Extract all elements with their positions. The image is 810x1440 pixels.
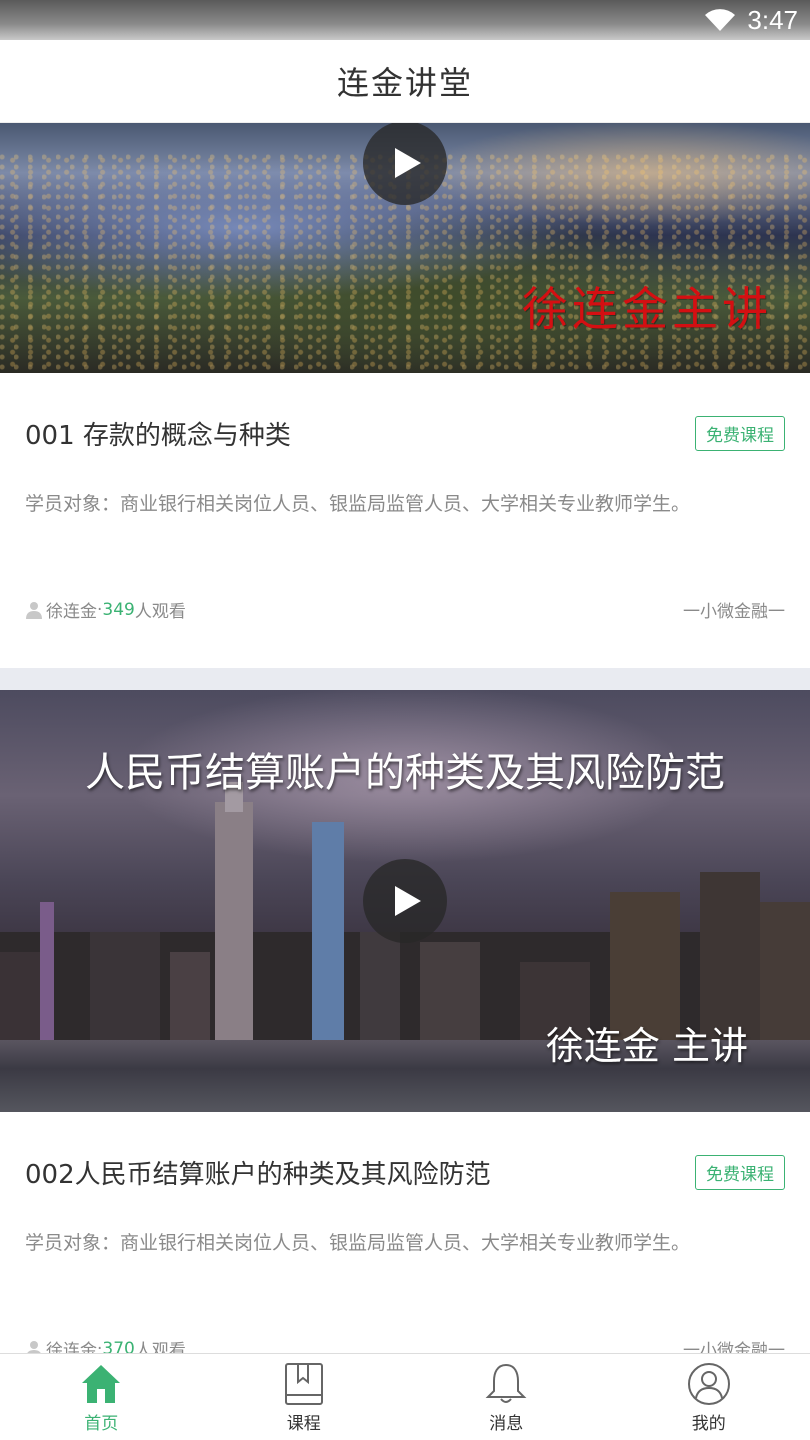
user-icon: [26, 601, 42, 619]
status-bar: 3:47: [0, 0, 810, 40]
course-card[interactable]: 徐连金主讲 001 存款的概念与种类 免费课程 学员对象：商业银行相关岗位人员、…: [0, 123, 810, 668]
course-source: 一小微金融一: [683, 1341, 785, 1353]
home-icon: [82, 1365, 121, 1403]
nav-item-courses[interactable]: 课程: [203, 1354, 406, 1440]
bottom-nav: 首页 课程 消息 我的: [0, 1353, 810, 1440]
course-info: 001 存款的概念与种类 免费课程 学员对象：商业银行相关岗位人员、银监局监管人…: [0, 373, 810, 668]
course-title[interactable]: 001 存款的概念与种类: [25, 415, 291, 452]
course-cover-image[interactable]: 徐连金主讲: [0, 123, 810, 373]
view-count: 349: [102, 599, 135, 620]
course-info: 002人民币结算账户的种类及其风险防范 免费课程 学员对象：商业银行相关岗位人员…: [0, 1112, 810, 1353]
nav-label-courses: 课程: [286, 1414, 321, 1434]
free-course-badge: 免费课程: [695, 415, 785, 451]
status-time: 3:47: [747, 4, 798, 35]
course-cover-image[interactable]: 人民币结算账户的种类及其风险防范 徐连金 主讲: [0, 690, 810, 1112]
nav-item-home[interactable]: 首页: [0, 1354, 203, 1440]
profile-icon: [687, 1363, 730, 1405]
cover-overlay-text: 徐连金主讲: [522, 282, 772, 336]
course-card[interactable]: 人民币结算账户的种类及其风险防范 徐连金 主讲 002人民币结算账户的种类及其风…: [0, 690, 810, 1353]
nav-item-messages[interactable]: 消息: [405, 1354, 608, 1440]
page-title: 连金讲堂: [336, 64, 473, 102]
book-icon: [284, 1363, 323, 1405]
play-button[interactable]: [363, 859, 447, 943]
course-title[interactable]: 002人民币结算账户的种类及其风险防范: [25, 1154, 491, 1191]
nav-item-profile[interactable]: 我的: [608, 1354, 810, 1440]
course-feed[interactable]: 徐连金主讲 001 存款的概念与种类 免费课程 学员对象：商业银行相关岗位人员、…: [0, 123, 810, 1353]
cover-overlay-title: 人民币结算账户的种类及其风险防范: [85, 750, 725, 796]
app-header: 连金讲堂: [0, 40, 810, 123]
course-author: 徐连金: [46, 1341, 97, 1353]
play-icon: [395, 148, 421, 178]
course-author: 徐连金: [46, 602, 97, 623]
bell-icon: [485, 1363, 527, 1403]
user-icon: [26, 1340, 42, 1353]
course-description: 学员对象：商业银行相关岗位人员、银监局监管人员、大学相关专业教师学生。: [25, 1232, 691, 1254]
free-course-badge: 免费课程: [695, 1154, 785, 1190]
view-count-suffix: 人观看: [134, 1341, 186, 1353]
cover-overlay-speaker: 徐连金 主讲: [545, 1024, 748, 1068]
course-source: 一小微金融一: [683, 602, 785, 623]
play-icon: [395, 886, 421, 916]
nav-label-messages: 消息: [489, 1414, 524, 1434]
view-count-suffix: 人观看: [134, 602, 186, 623]
view-count: 370: [102, 1338, 135, 1353]
wifi-icon: [705, 9, 736, 31]
course-description: 学员对象：商业银行相关岗位人员、银监局监管人员、大学相关专业教师学生。: [25, 493, 691, 515]
nav-label-profile: 我的: [691, 1414, 726, 1434]
play-button[interactable]: [363, 123, 447, 205]
nav-label-home: 首页: [84, 1414, 119, 1434]
